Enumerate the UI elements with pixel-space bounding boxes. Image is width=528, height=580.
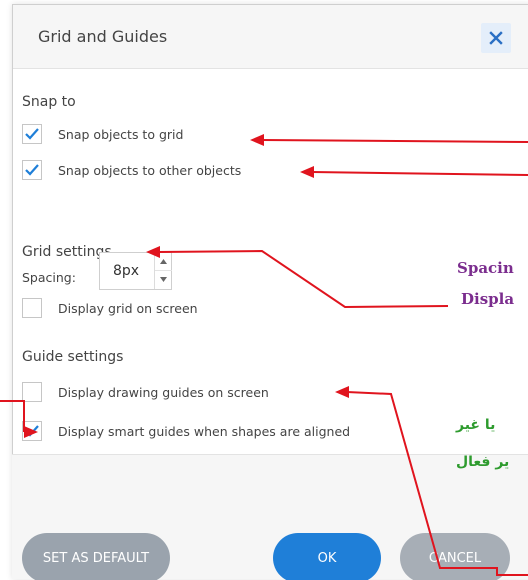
- smart-guides-label: Display smart guides when shapes are ali…: [58, 423, 351, 439]
- snap-to-grid-option[interactable]: Snap objects to grid: [22, 123, 183, 145]
- checkmark-icon: [25, 128, 39, 140]
- smart-guides-checkbox[interactable]: [22, 421, 42, 441]
- snap-to-objects-label: Snap objects to other objects: [58, 162, 242, 178]
- close-icon: [489, 31, 503, 45]
- spacing-increment-button[interactable]: [155, 253, 172, 271]
- snap-to-objects-option[interactable]: Snap objects to other objects: [22, 159, 241, 181]
- triangle-up-icon: [160, 259, 167, 264]
- spacing-decrement-button[interactable]: [155, 271, 172, 289]
- spacing-stepper[interactable]: 8px: [99, 252, 172, 290]
- smart-guides-option[interactable]: Display smart guides when shapes are ali…: [22, 420, 350, 442]
- drawing-guides-checkbox[interactable]: [22, 382, 42, 402]
- snap-section-title: Snap to: [22, 94, 76, 110]
- spacing-value[interactable]: 8px: [113, 263, 139, 279]
- snap-to-grid-checkbox[interactable]: [22, 124, 42, 144]
- guide-section-title: Guide settings: [22, 349, 124, 365]
- drawing-guides-option[interactable]: Display drawing guides on screen: [22, 381, 269, 403]
- checkmark-icon: [25, 164, 39, 176]
- annotation-arabic-line2: یر فعال: [456, 454, 510, 470]
- display-grid-label: Display grid on screen: [58, 300, 198, 316]
- annotation-spacing: Spacin: [457, 259, 514, 277]
- dialog-title: Grid and Guides: [38, 27, 168, 46]
- set-as-default-button[interactable]: SET AS DEFAULT: [22, 533, 170, 580]
- dialog-titlebar: Grid and Guides: [13, 5, 528, 69]
- cancel-button[interactable]: CANCEL: [400, 533, 510, 580]
- spacing-label: Spacing:: [22, 270, 76, 285]
- triangle-down-icon: [160, 277, 167, 282]
- drawing-guides-label: Display drawing guides on screen: [58, 384, 269, 400]
- display-grid-checkbox[interactable]: [22, 298, 42, 318]
- ok-button[interactable]: OK: [273, 533, 381, 580]
- annotation-arabic-line1: یا غیر: [456, 417, 496, 433]
- snap-to-objects-checkbox[interactable]: [22, 160, 42, 180]
- close-button[interactable]: [481, 23, 511, 53]
- snap-to-grid-label: Snap objects to grid: [58, 126, 184, 142]
- checkmark-icon: [25, 425, 39, 437]
- spacing-stepper-buttons: [154, 253, 172, 289]
- display-grid-option[interactable]: Display grid on screen: [22, 297, 198, 319]
- annotation-display: Displa: [461, 290, 515, 308]
